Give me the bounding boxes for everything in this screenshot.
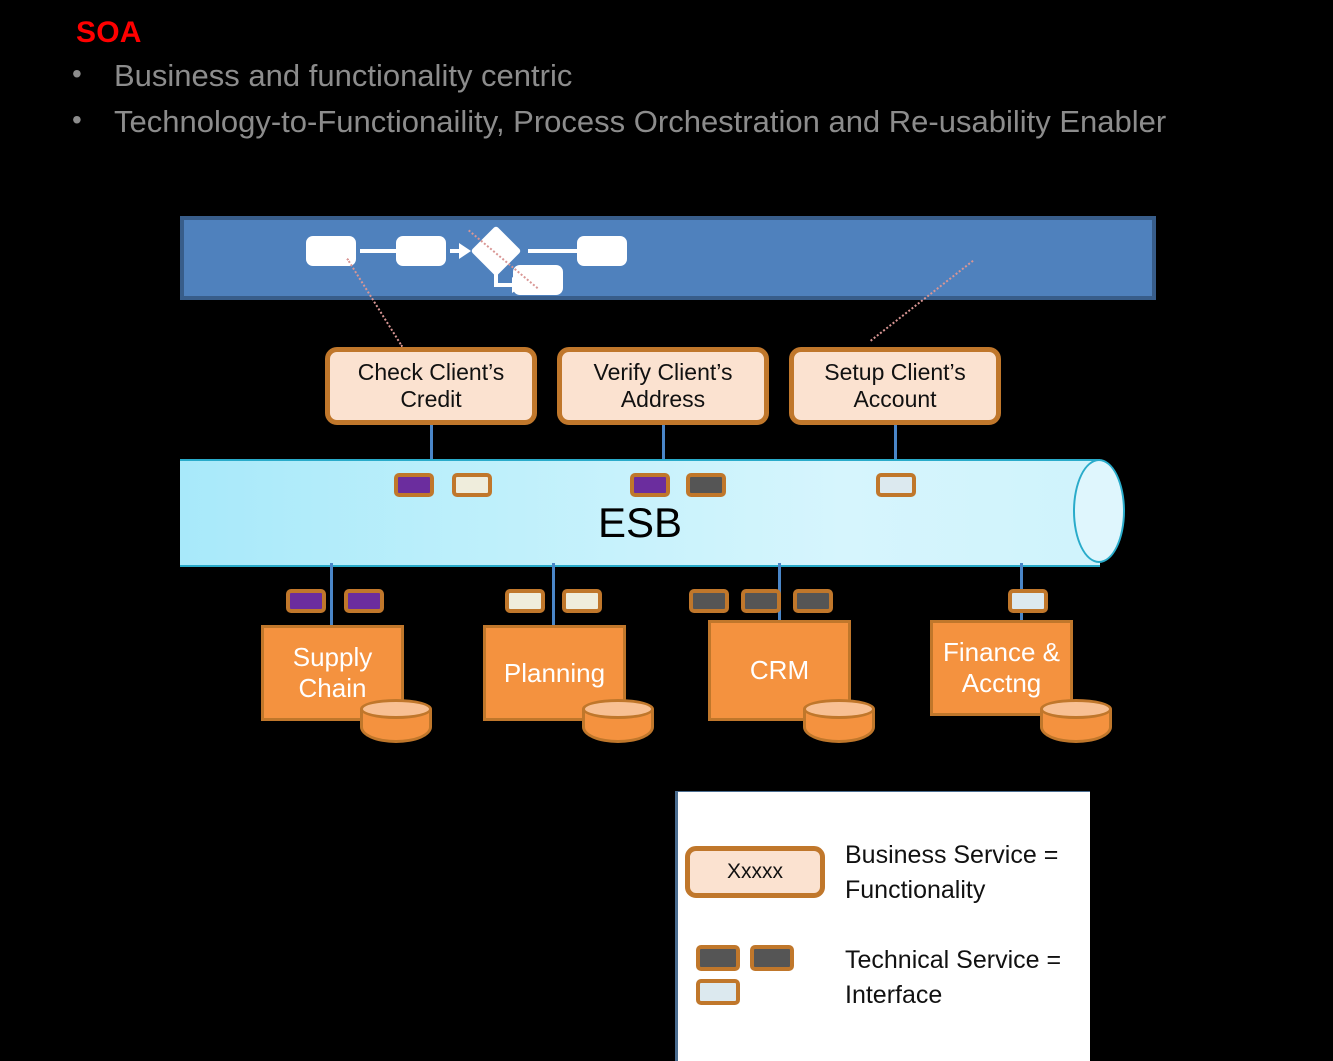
system-badge-crm-2[interactable] [741, 589, 781, 613]
esb-badge-purple-2[interactable] [630, 473, 670, 497]
legend-entry-text: Business Service = Functionality [845, 841, 1059, 904]
connector-esb-supply-chain [330, 563, 333, 625]
legend-badge-gray-2 [750, 945, 794, 971]
business-service-check-credit[interactable]: Check Client’s Credit [325, 347, 537, 425]
system-badge-planning-1[interactable] [505, 589, 545, 613]
bullet-marker-icon: • [72, 58, 82, 89]
business-service-label: Setup Client’s Account [824, 358, 966, 412]
esb-badge-purple-1[interactable] [394, 473, 434, 497]
connector-service-1-esb [430, 425, 433, 461]
bullet-marker-icon: • [72, 104, 82, 135]
legend-badge-lblue-1 [696, 979, 740, 1005]
database-top [803, 699, 875, 719]
process-node-3 [577, 236, 627, 266]
process-node-2 [396, 236, 446, 266]
bullet-text-1: Business and functionality centric [114, 58, 573, 93]
system-badge-crm-1[interactable] [689, 589, 729, 613]
system-badge-crm-3[interactable] [793, 589, 833, 613]
legend-entry-technical-service: Technical Service = Interface [845, 943, 1085, 1012]
system-badge-planning-2[interactable] [562, 589, 602, 613]
process-node-4 [513, 265, 563, 295]
connector-service-3-esb [894, 425, 897, 461]
connector-esb-planning [552, 563, 555, 625]
bullet-item-2: • Technology-to-Functionaility, Process … [72, 104, 1167, 139]
esb-label: ESB [597, 499, 683, 546]
legend-chip-label: Xxxxx [726, 860, 783, 883]
esb-badge-lblue-1[interactable] [876, 473, 916, 497]
business-service-setup-account[interactable]: Setup Client’s Account [789, 347, 1001, 425]
process-arrow-3 [528, 249, 582, 253]
legend-business-service-chip: Xxxxx [685, 846, 825, 898]
connector-service-2-esb [662, 425, 665, 461]
database-top [582, 699, 654, 719]
esb-badge-cream-1[interactable] [452, 473, 492, 497]
process-flow-band [180, 216, 1156, 300]
business-service-verify-address[interactable]: Verify Client’s Address [557, 347, 769, 425]
database-icon [803, 699, 875, 745]
system-badge-finance-1[interactable] [1008, 589, 1048, 613]
page-title: SOA [76, 16, 142, 49]
database-top [1040, 699, 1112, 719]
database-icon [582, 699, 654, 745]
system-label: Planning [503, 657, 606, 688]
bullet-item-1: • Business and functionality centric [72, 58, 573, 93]
legend-panel [675, 791, 1090, 1061]
bullet-text-2: Technology-to-Functionaility, Process Or… [114, 104, 1167, 139]
legend-badge-gray-1 [696, 945, 740, 971]
business-service-label: Verify Client’s Address [593, 358, 733, 412]
database-icon [1040, 699, 1112, 745]
system-label: CRM [749, 655, 810, 686]
system-label: Finance & Acctng [942, 637, 1061, 698]
system-badge-supply-1[interactable] [286, 589, 326, 613]
system-label: Supply Chain [292, 642, 373, 703]
system-badge-supply-2[interactable] [344, 589, 384, 613]
esb-badge-gray-1[interactable] [686, 473, 726, 497]
arrow-head-icon [459, 243, 471, 259]
database-icon [360, 699, 432, 745]
legend-entry-text: Technical Service = Interface [845, 946, 1062, 1009]
legend-entry-business-service: Business Service = Functionality [845, 838, 1085, 907]
business-service-label: Check Client’s Credit [357, 358, 505, 412]
database-top [360, 699, 432, 719]
